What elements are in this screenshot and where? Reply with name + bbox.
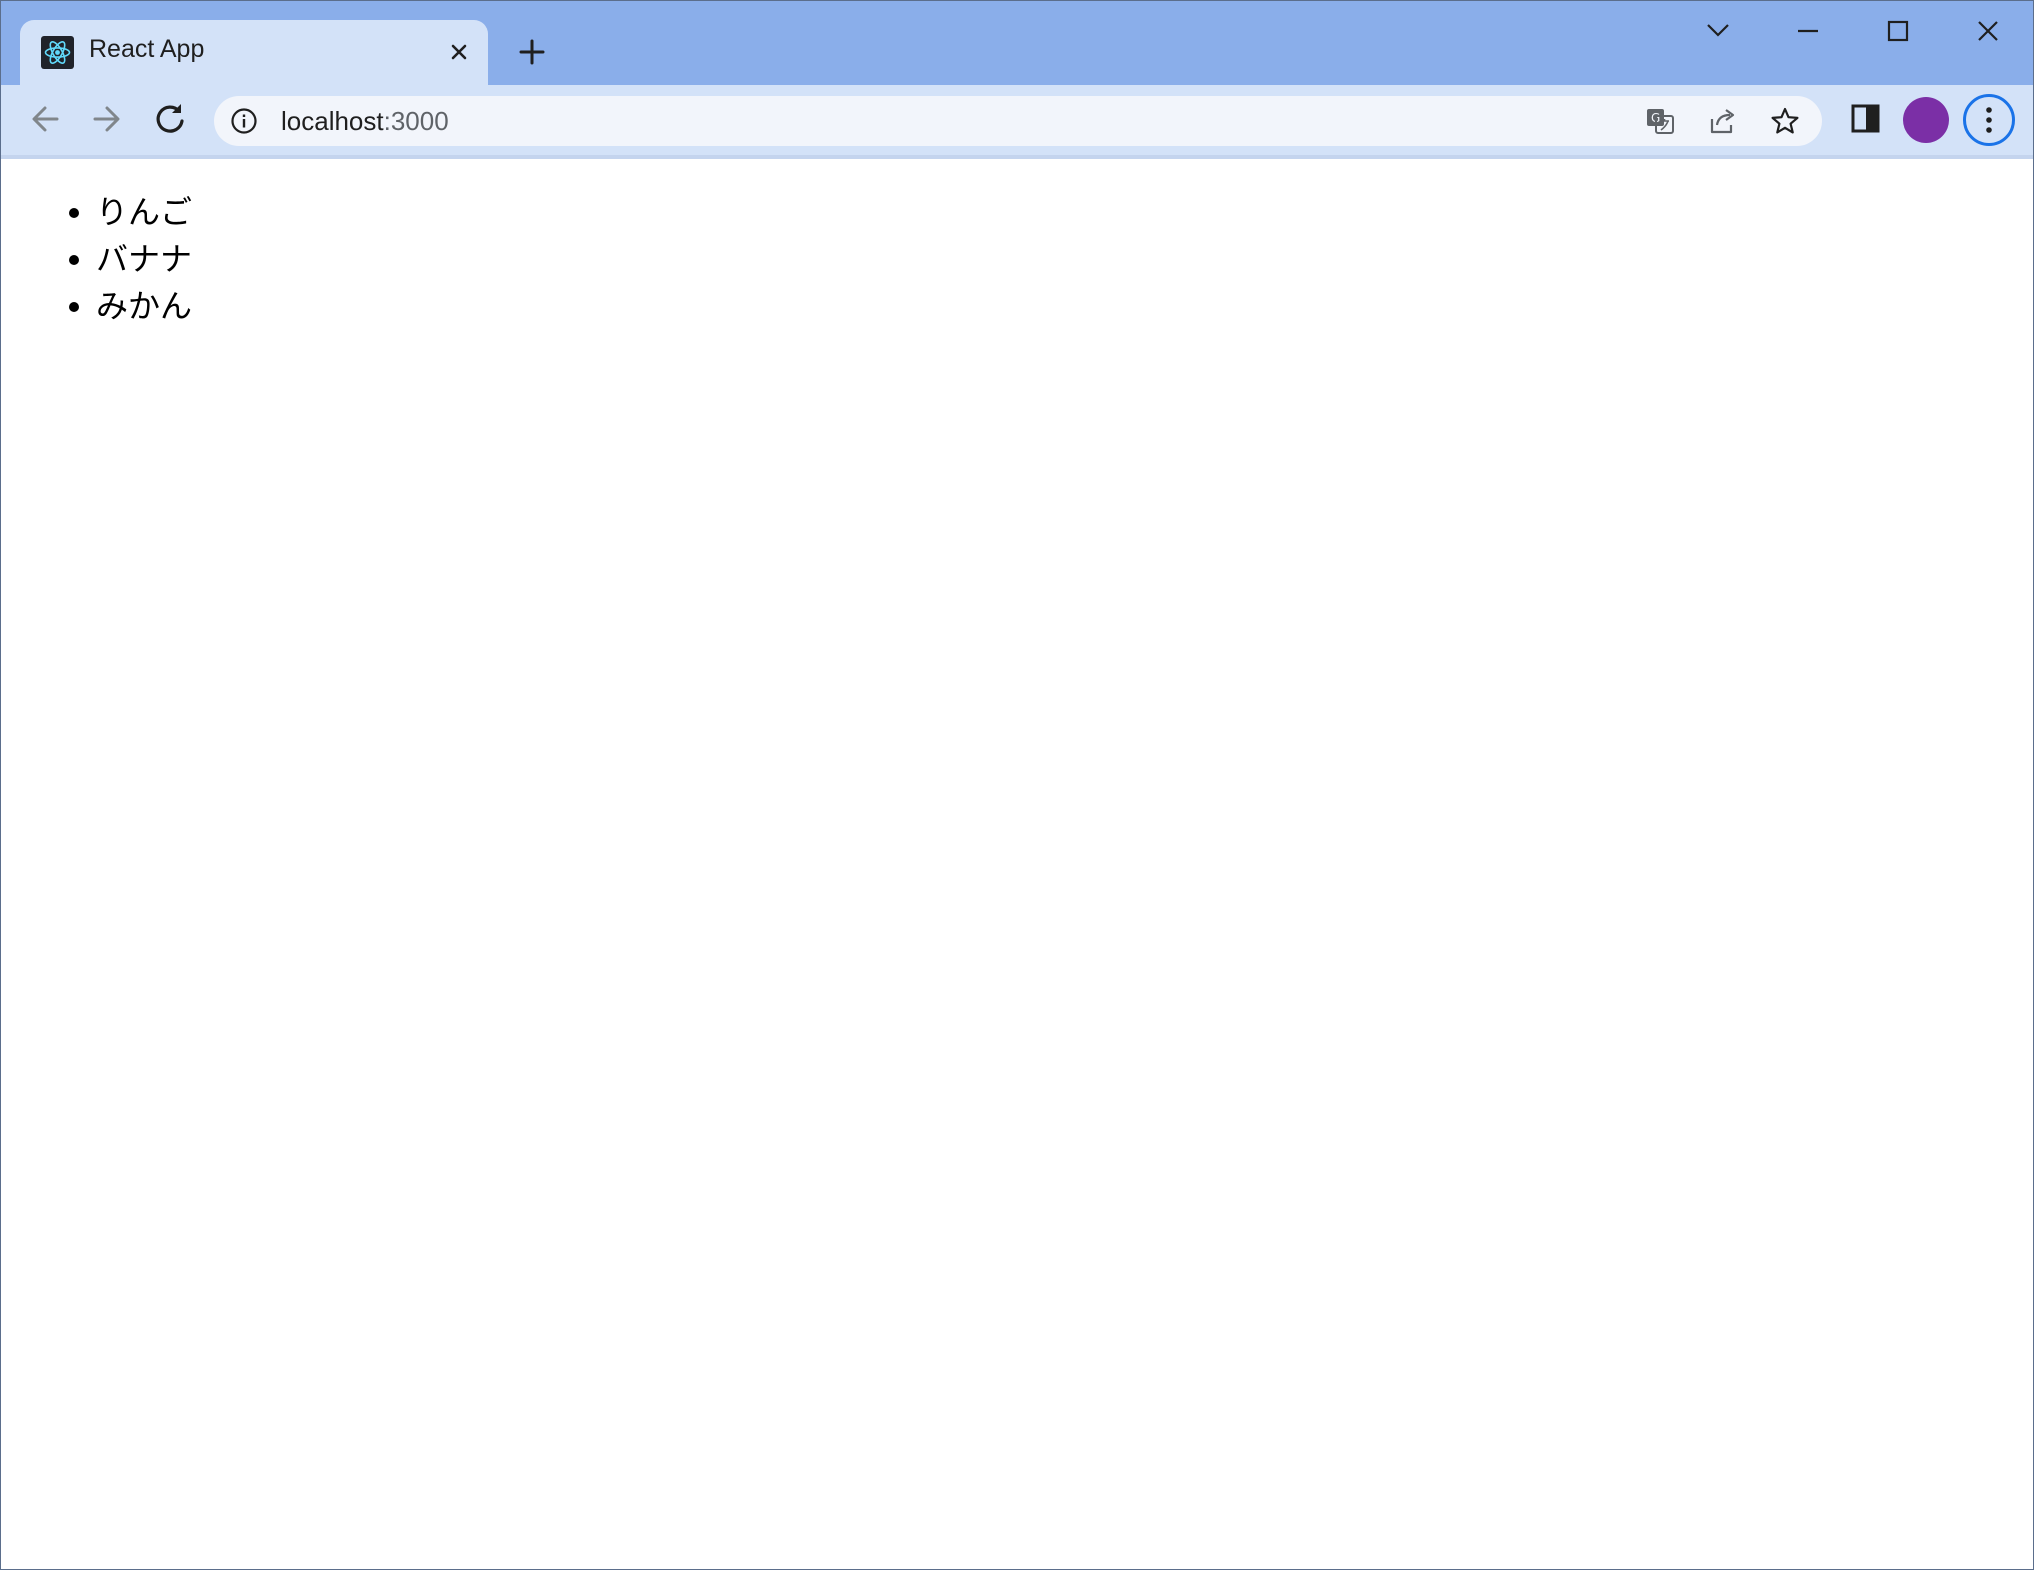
address-bar[interactable]: localhost:3000 G: [214, 96, 1822, 146]
site-info-icon[interactable]: [228, 105, 260, 137]
tab-title: React App: [89, 35, 205, 63]
kebab-menu-icon[interactable]: [1963, 94, 2015, 146]
browser-window: React App localhost:3000 G • りんご • バナナ •…: [0, 0, 2034, 1570]
url-host: localhost: [281, 106, 384, 136]
url-text: localhost:3000: [281, 106, 449, 137]
close-window-button[interactable]: [1954, 7, 2022, 57]
browser-toolbar: localhost:3000 G: [1, 85, 2033, 155]
tab-close-icon[interactable]: [440, 33, 478, 71]
new-tab-button[interactable]: [511, 31, 553, 73]
list-item: りんご: [96, 189, 192, 236]
list-item: バナナ: [96, 236, 192, 283]
star-icon[interactable]: [1769, 105, 1801, 137]
list-item: みかん: [96, 283, 192, 330]
back-button[interactable]: [21, 95, 69, 143]
tab-react-app[interactable]: React App: [20, 20, 488, 85]
forward-button[interactable]: [83, 95, 131, 143]
side-panel-icon[interactable]: [1846, 99, 1886, 139]
minimize-button[interactable]: [1774, 7, 1842, 57]
maximize-button[interactable]: [1864, 7, 1932, 57]
title-bar: React App: [1, 1, 2033, 85]
page-content: りんご バナナ みかん: [1, 159, 2033, 1569]
reload-button[interactable]: [146, 95, 194, 143]
url-port: :3000: [383, 106, 449, 136]
react-icon: [41, 36, 74, 69]
avatar[interactable]: [1903, 97, 1949, 143]
share-icon[interactable]: [1706, 105, 1738, 137]
translate-icon[interactable]: G: [1644, 105, 1676, 137]
tab-search-button[interactable]: [1684, 7, 1752, 57]
fruit-list: りんご バナナ みかん: [96, 189, 192, 330]
